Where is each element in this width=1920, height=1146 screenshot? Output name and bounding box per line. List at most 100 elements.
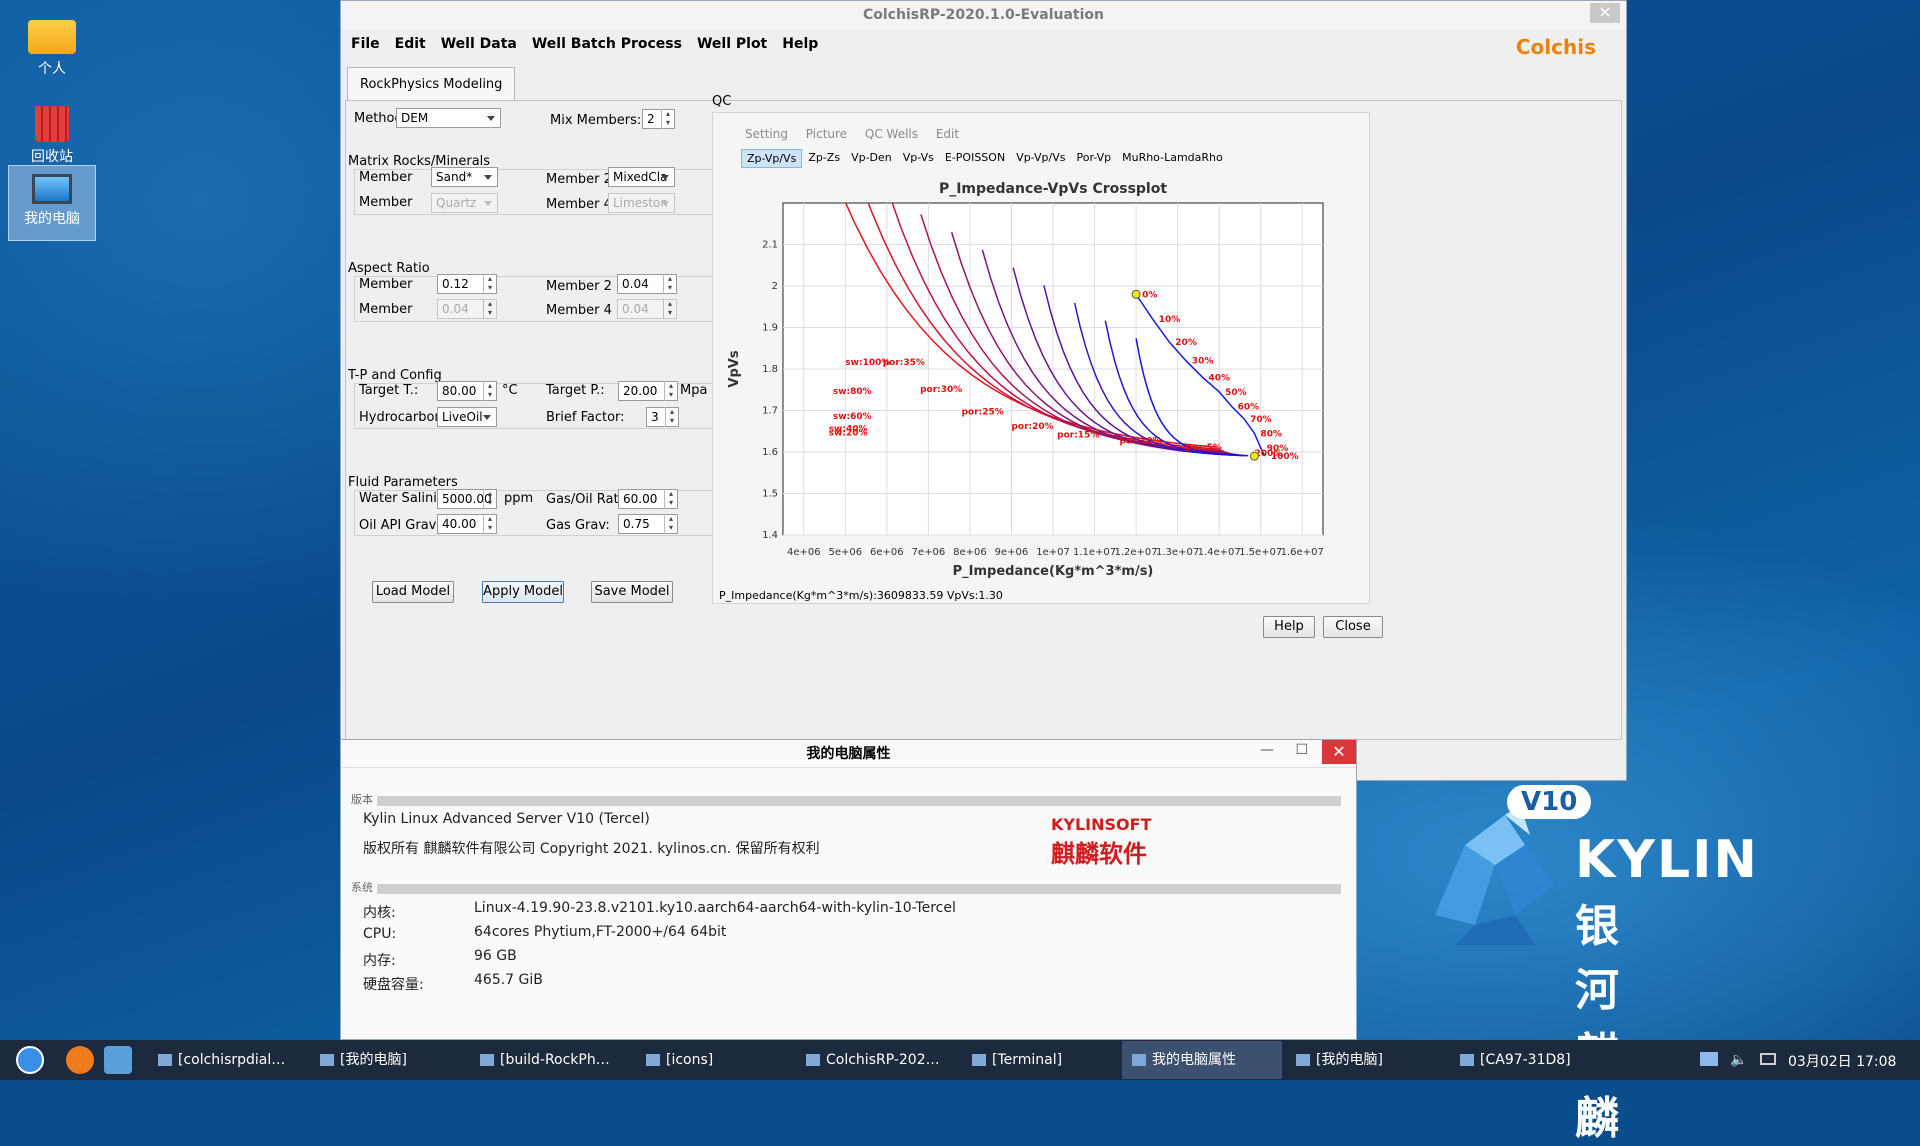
menu-edit[interactable]: Edit	[395, 36, 426, 52]
chart-title: P_Impedance-VpVs Crossplot	[939, 181, 1167, 197]
kylinsoft-logo-top: KYLINSOFT	[1051, 815, 1152, 834]
qc-menu-qc-wells[interactable]: QC Wells	[865, 127, 918, 141]
save-model-button[interactable]: Save Model	[591, 581, 673, 603]
y-tick-label: 1.8	[762, 364, 778, 375]
x-tick-label: 6e+06	[870, 547, 904, 558]
tab-murho-lamdarho[interactable]: MuRho-LamdaRho	[1117, 149, 1228, 168]
matrix-member4-select[interactable]: Limeston	[608, 193, 675, 213]
aspect-m3-spin[interactable]: 0.04	[437, 299, 497, 319]
qc-menu-edit[interactable]: Edit	[936, 127, 959, 141]
aspect-m4-spin[interactable]: 0.04	[617, 299, 677, 319]
tray-volume-icon[interactable]: 🔈	[1730, 1052, 1747, 1068]
salinity-spin[interactable]: 5000.00	[437, 489, 497, 509]
monitor-icon	[1132, 1054, 1146, 1066]
menu-well-plot[interactable]: Well Plot	[697, 36, 767, 52]
close-icon[interactable]: ✕	[1590, 3, 1620, 23]
tab-vp-vpvs[interactable]: Vp-Vp/Vs	[1011, 149, 1070, 168]
gas-grav-spin[interactable]: 0.75	[618, 514, 678, 534]
x-tick-label: 1.6e+07	[1281, 547, 1324, 558]
aspect-m1-spin[interactable]: 0.12	[437, 274, 497, 294]
x-tick-label: 1e+07	[1036, 547, 1070, 558]
menu-well-batch[interactable]: Well Batch Process	[532, 36, 682, 52]
clock[interactable]: 03月02日 17:08	[1788, 1051, 1896, 1071]
taskbar-item-mycomputer-2[interactable]: [我的电脑]	[1286, 1041, 1441, 1079]
terminal-icon	[158, 1054, 172, 1066]
menu-well-data[interactable]: Well Data	[441, 36, 517, 52]
target-t-spin[interactable]: 80.00	[437, 381, 497, 401]
matrix-member3-select[interactable]: Quartz	[431, 193, 498, 213]
tab-rockphysics[interactable]: RockPhysics Modeling	[347, 67, 516, 101]
taskbar-item-label: [icons]	[666, 1052, 714, 1068]
taskbar-item-label: [我的电脑]	[340, 1052, 407, 1068]
gor-spin[interactable]: 60.00	[618, 489, 678, 509]
por-label: por:35%	[883, 358, 925, 368]
sw-percent-label: 80%	[1260, 429, 1282, 439]
crossplot-chart[interactable]: P_Impedance-VpVs Crossplot 4e+06 5e+06 6e+0…	[713, 173, 1369, 583]
matrix-m4-label: Member 4	[546, 197, 612, 212]
colchis-brand-logo: Colchis	[1515, 35, 1596, 59]
disk-label: 硬盘容量:	[363, 977, 424, 993]
sw-percent-label: 40%	[1209, 373, 1231, 383]
close-button[interactable]: Close	[1323, 616, 1383, 638]
kylin-brand-cn: 银河麒麟	[1575, 901, 1621, 1144]
tab-vp-vs[interactable]: Vp-Vs	[898, 149, 939, 168]
desktop-icon-label: 我的电脑	[24, 211, 80, 227]
x-tick-label: 1.1e+07	[1073, 547, 1116, 558]
hydrocarbon-select[interactable]: LiveOil	[437, 407, 497, 427]
taskbar-item-label: ColchisRP-202…	[826, 1052, 940, 1068]
help-button[interactable]: Help	[1263, 616, 1315, 638]
matrix-member1-select[interactable]: Sand*	[431, 167, 498, 187]
tab-por-vp[interactable]: Por-Vp	[1071, 149, 1116, 168]
taskbar-item-colchis[interactable]: ColchisRP-202…	[796, 1041, 951, 1079]
taskbar-item-colchisdial[interactable]: [colchisrpdial…	[148, 1041, 298, 1079]
brief-factor-spin[interactable]: 3	[646, 407, 679, 427]
section-system-label: 系统	[351, 881, 373, 894]
taskbar-item-mycomputer[interactable]: [我的电脑]	[310, 1041, 460, 1079]
taskbar-item-label: 我的电脑属性	[1152, 1052, 1236, 1068]
taskbar-item-terminal[interactable]: [Terminal]	[962, 1041, 1112, 1079]
browser-icon[interactable]	[66, 1046, 94, 1074]
mix-members-spin[interactable]: 2	[642, 109, 675, 129]
start-menu-icon[interactable]	[16, 1046, 44, 1074]
qc-menu-setting[interactable]: Setting	[745, 127, 788, 141]
tab-zp-zs[interactable]: Zp-Zs	[803, 149, 845, 168]
taskbar-item-properties[interactable]: 我的电脑属性	[1122, 1041, 1282, 1079]
tab-zp-vpvs[interactable]: Zp-Vp/Vs	[741, 149, 803, 168]
apply-model-button[interactable]: Apply Model	[482, 581, 564, 603]
maximize-icon[interactable]: ☐	[1295, 742, 1308, 758]
sw-percent-label: 10%	[1159, 315, 1181, 325]
aspect-m2-spin[interactable]: 0.04	[617, 274, 677, 294]
desktop-icon-computer[interactable]: 我的电脑	[8, 165, 96, 241]
api-spin[interactable]: 40.00	[437, 514, 497, 534]
menu-help[interactable]: Help	[782, 36, 818, 52]
taskbar-item-icons[interactable]: [icons]	[636, 1041, 786, 1079]
tab-vp-den[interactable]: Vp-Den	[846, 149, 897, 168]
tray-display-icon[interactable]	[1760, 1053, 1776, 1065]
matrix-member2-select[interactable]: MixedCla	[608, 167, 675, 187]
close-icon[interactable]: ✕	[1322, 740, 1356, 764]
tab-e-poisson[interactable]: E-POISSON	[940, 149, 1010, 168]
target-p-label: Target P.:	[546, 383, 605, 398]
minimize-icon[interactable]: —	[1260, 742, 1274, 758]
memory-value: 96 GB	[474, 948, 517, 964]
memory-label: 内存:	[363, 953, 396, 969]
y-tick-label: 1.9	[762, 323, 778, 334]
kylin-brand: KYLIN	[1575, 830, 1759, 890]
taskbar-item-build[interactable]: [build-RockPh…	[470, 1041, 625, 1079]
load-model-button[interactable]: Load Model	[372, 581, 454, 603]
p-unit: Mpa	[680, 383, 708, 398]
target-p-spin[interactable]: 20.00	[618, 381, 678, 401]
desktop-icon-personal[interactable]: 个人	[8, 6, 96, 94]
file-manager-icon[interactable]	[104, 1046, 132, 1074]
sw-percent-label: 70%	[1250, 415, 1272, 425]
sw-label: sw:20%	[829, 428, 868, 438]
x-tick-label: 1.3e+07	[1156, 547, 1199, 558]
qc-menu: Setting Picture QC Wells Edit	[745, 127, 973, 141]
menu-file[interactable]: File	[351, 36, 380, 52]
tray-network-icon[interactable]	[1700, 1052, 1718, 1066]
method-select[interactable]: DEM	[396, 108, 501, 128]
taskbar-item-ca97[interactable]: [CA97-31D8]	[1450, 1041, 1600, 1079]
por-label: por:10%	[1119, 437, 1161, 447]
kylinsoft-logo: KYLINSOFT 麒麟软件	[1051, 815, 1152, 869]
qc-menu-picture[interactable]: Picture	[806, 127, 847, 141]
